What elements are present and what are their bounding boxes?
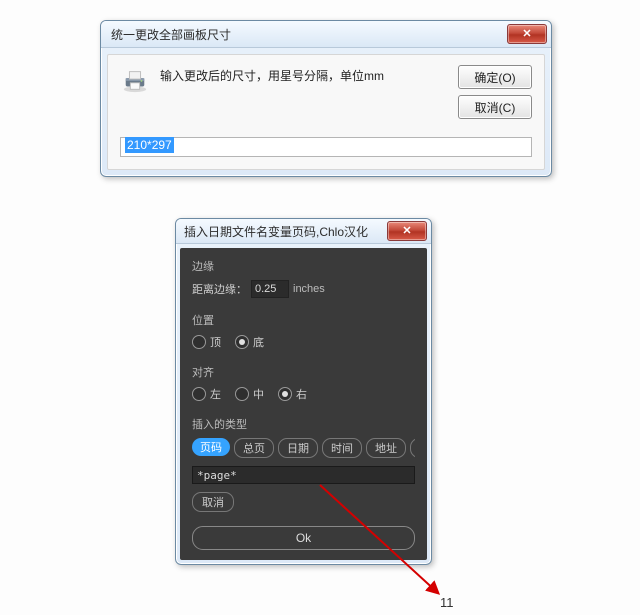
dialog1-message: 输入更改后的尺寸，用星号分隔，单位mm — [160, 65, 448, 84]
margin-field-label: 距离边缘： — [192, 281, 247, 297]
radio-position-bottom[interactable]: 底 — [235, 334, 264, 350]
pill-page[interactable]: 页码 — [192, 438, 230, 456]
dialog1-close-button[interactable]: ✕ — [507, 24, 547, 44]
cancel-button-label: 取消(C) — [475, 99, 516, 116]
close-icon: ✕ — [522, 29, 531, 40]
radio-align-center[interactable]: 中 — [235, 386, 264, 402]
dialog2-titlebar: 插入日期文件名变量页码,Chlo汉化 ✕ — [176, 219, 431, 244]
radio-align-right[interactable]: 右 — [278, 386, 307, 402]
margin-group-label: 边缘 — [192, 258, 415, 274]
position-group-label: 位置 — [192, 312, 415, 328]
insert-type-pills: 页码 总页 日期 时间 地址 文件名 — [192, 438, 415, 458]
ok-button[interactable]: 确定(O) — [458, 65, 532, 89]
insert-type-group: 插入的类型 页码 总页 日期 时间 地址 文件名 *page* 取消 — [192, 416, 415, 512]
printer-icon — [120, 67, 150, 93]
margin-group: 边缘 距离边缘： 0.25 inches — [192, 258, 415, 298]
page-number: 11 — [440, 595, 454, 610]
template-text-value: *page* — [197, 469, 237, 482]
radio-icon — [192, 387, 206, 401]
dialog1-body: 输入更改后的尺寸，用星号分隔，单位mm 确定(O) 取消(C) 210*297 — [107, 54, 545, 170]
insert-variable-dialog: 插入日期文件名变量页码,Chlo汉化 ✕ 边缘 距离边缘： 0.25 inche… — [175, 218, 432, 565]
pill-label: 时间 — [331, 440, 353, 456]
pill-filename[interactable]: 文件名 — [410, 438, 415, 458]
radio-icon — [192, 335, 206, 349]
radio-position-top[interactable]: 顶 — [192, 334, 221, 350]
pill-label: 总页 — [243, 440, 265, 456]
radio-icon — [235, 335, 249, 349]
pill-path[interactable]: 地址 — [366, 438, 406, 458]
margin-input-value: 0.25 — [255, 283, 276, 295]
insert-cancel-label: 取消 — [202, 494, 224, 510]
close-icon: ✕ — [402, 226, 411, 237]
radio-label: 中 — [253, 386, 264, 402]
size-input-value: 210*297 — [125, 137, 174, 153]
radio-icon — [278, 387, 292, 401]
template-text-input[interactable]: *page* — [192, 466, 415, 484]
insert-type-label: 插入的类型 — [192, 416, 415, 432]
radio-label: 左 — [210, 386, 221, 402]
radio-label: 顶 — [210, 334, 221, 350]
position-group: 位置 顶 底 — [192, 312, 415, 350]
margin-unit: inches — [293, 283, 325, 295]
radio-align-left[interactable]: 左 — [192, 386, 221, 402]
insert-cancel-button[interactable]: 取消 — [192, 492, 234, 512]
dialog2-title: 插入日期文件名变量页码,Chlo汉化 — [184, 223, 368, 240]
dialog1-title: 统一更改全部画板尺寸 — [111, 26, 231, 43]
size-input[interactable]: 210*297 — [120, 137, 532, 157]
ok-button[interactable]: Ok — [192, 526, 415, 550]
radio-label: 右 — [296, 386, 307, 402]
pill-time[interactable]: 时间 — [322, 438, 362, 458]
radio-label: 底 — [253, 334, 264, 350]
pill-label: 日期 — [287, 440, 309, 456]
pill-label: 页码 — [200, 439, 222, 455]
dialog1-titlebar: 统一更改全部画板尺寸 ✕ — [101, 21, 551, 48]
dialog2-body: 边缘 距离边缘： 0.25 inches 位置 顶 底 — [180, 248, 427, 560]
resize-artboards-dialog: 统一更改全部画板尺寸 ✕ 输入更改后的尺寸，用星号分隔，单位mm 确定(O) 取… — [100, 20, 552, 177]
align-group: 对齐 左 中 右 — [192, 364, 415, 402]
ok-button-label: 确定(O) — [474, 69, 515, 86]
dialog2-close-button[interactable]: ✕ — [387, 221, 427, 241]
pill-date[interactable]: 日期 — [278, 438, 318, 458]
radio-icon — [235, 387, 249, 401]
align-group-label: 对齐 — [192, 364, 415, 380]
margin-input[interactable]: 0.25 — [251, 280, 289, 298]
ok-button-label: Ok — [296, 531, 311, 545]
cancel-button[interactable]: 取消(C) — [458, 95, 532, 119]
pill-total[interactable]: 总页 — [234, 438, 274, 458]
pill-label: 地址 — [375, 440, 397, 456]
